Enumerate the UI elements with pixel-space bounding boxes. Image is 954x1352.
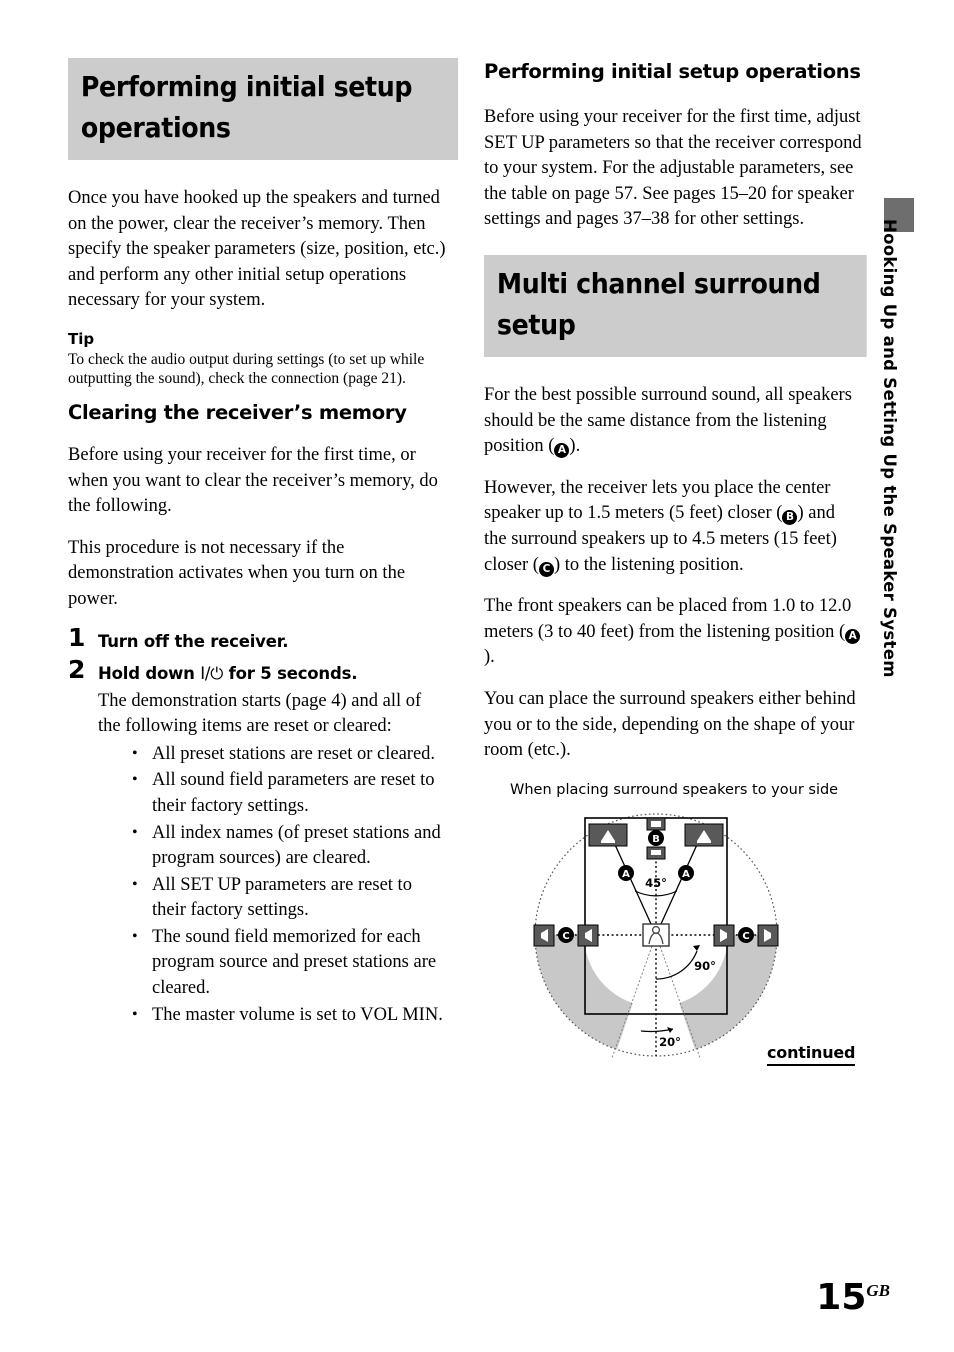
step-2-number: 2 (68, 654, 86, 684)
side-tab-label: Hooking Up and Setting Up the Speaker Sy… (880, 219, 899, 678)
surround-paragraph-3-text: The front speakers can be placed from 1.… (484, 596, 852, 642)
chapter-side-tab: Hooking Up and Setting Up the Speaker Sy… (880, 198, 914, 678)
surround-paragraph-3: The front speakers can be placed from 1.… (484, 594, 862, 671)
circled-label-a-right: A (678, 864, 694, 881)
list-item: All index names (of preset stations and … (128, 819, 446, 872)
surround-paragraph-2: However, the receiver lets you place the… (484, 476, 862, 578)
clearing-paragraph-1: Before using your receiver for the first… (68, 444, 438, 517)
circled-label-a-left: A (618, 864, 634, 881)
center-speaker-icon (646, 846, 666, 860)
right-intro-paragraph: Before using your receiver for the first… (484, 107, 862, 230)
section-heading-clearing-memory: Clearing the receiver’s memory (68, 400, 407, 424)
circled-label-b: B (782, 510, 798, 526)
surround-paragraph-2-tail: ) to the listening position. (553, 554, 744, 575)
circled-label-b-center: B (648, 829, 664, 846)
surround-left-outer-speaker-icon (533, 924, 555, 947)
document-page: Performing initial setup operations Once… (0, 0, 954, 1352)
power-standby-icon: I/⏻ (200, 663, 224, 683)
svg-text:C: C (562, 931, 569, 942)
page-title: Performing initial setup operations (68, 58, 459, 160)
tip-body: To check the audio output during setting… (68, 350, 425, 388)
list-item: The sound field memorized for each progr… (128, 924, 446, 1002)
svg-text:A: A (682, 869, 690, 880)
figure-caption: When placing surround speakers to your s… (510, 781, 839, 798)
step-2-body: The demonstration starts (page 4) and al… (98, 690, 422, 737)
step-2: 2 Hold down I/⏻ for 5 seconds. The demon… (68, 655, 446, 1029)
section-heading-initial-setup: Performing initial setup operations (484, 60, 861, 83)
svg-text:B: B (652, 834, 660, 845)
list-item: All preset stations are reset or cleared… (128, 741, 446, 768)
list-item: All sound field parameters are reset to … (128, 767, 446, 819)
svg-text:A: A (622, 869, 630, 880)
circled-label-a: A (554, 443, 570, 459)
surround-paragraph-4: You can place the surround speakers eith… (484, 688, 856, 761)
surround-paragraph-1-tail: ). (569, 436, 581, 457)
step-2-title-after: for 5 seconds. (223, 663, 358, 683)
page-number-value: 15 (816, 1277, 867, 1318)
side-angle-label: 90° (694, 959, 716, 973)
front-left-speaker-icon (588, 823, 628, 847)
surround-paragraph-2-text: However, the receiver lets you place the… (484, 477, 831, 524)
surround-right-inner-speaker-icon (713, 924, 735, 947)
rear-angle-label: 20° (659, 1035, 681, 1049)
clearing-paragraph-2: This procedure is not necessary if the d… (68, 537, 406, 609)
step-1-number: 1 (68, 622, 86, 652)
intro-paragraph: Once you have hooked up the speakers and… (68, 188, 446, 311)
page-number: 15GB (816, 1273, 890, 1316)
surround-paragraph-1: For the best possible surround sound, al… (484, 383, 862, 460)
page-number-suffix: GB (866, 1281, 890, 1300)
list-item: All SET UP parameters are reset to their… (128, 872, 446, 924)
listener-icon (642, 922, 670, 947)
surround-paragraph-3-tail: ). (484, 647, 495, 668)
circled-label-a-2: A (845, 628, 861, 644)
step-2-title: Hold down I/⏻ for 5 seconds. (98, 661, 446, 687)
left-column: Performing initial setup operations Once… (68, 58, 459, 1034)
speaker-layout-diagram: A A B C C 45° 90° 20° (530, 805, 862, 1069)
section-heading-multi-channel: Multi channel surround setup (484, 254, 867, 357)
surround-paragraph-1-text: For the best possible surround sound, al… (484, 384, 852, 457)
surround-right-outer-speaker-icon (757, 924, 779, 947)
front-angle-label: 45° (645, 876, 667, 890)
step-1: 1 Turn off the receiver. (68, 623, 446, 655)
tv-monitor-icon (646, 817, 666, 831)
speaker-layout-svg: A A B C C 45° 90° 20° (530, 805, 782, 1064)
reset-items-list: All preset stations are reset or cleared… (98, 741, 446, 1029)
right-column: Performing initial setup operations Befo… (484, 58, 867, 1069)
step-2-title-before: Hold down (98, 663, 201, 683)
circled-label-c-right: C (738, 926, 754, 943)
step-1-title: Turn off the receiver. (98, 631, 289, 651)
svg-text:C: C (742, 931, 749, 942)
list-item: The master volume is set to VOL MIN. (128, 1002, 446, 1029)
surround-left-inner-speaker-icon (577, 924, 599, 947)
circled-label-c: C (538, 561, 554, 577)
front-right-speaker-icon (684, 823, 724, 847)
circled-label-c-left: C (558, 926, 574, 943)
continued-marker: continued (767, 1043, 855, 1066)
tip-label: Tip (68, 329, 95, 348)
